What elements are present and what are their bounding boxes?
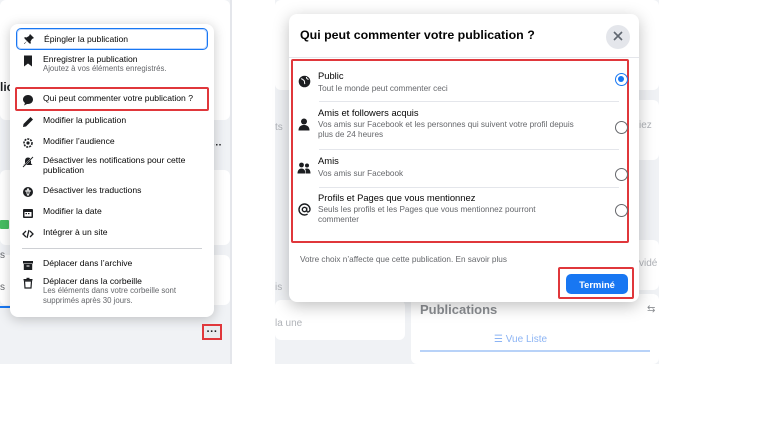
menu-item-edit-post[interactable]: Modifier la publication: [16, 115, 208, 129]
code-icon: [20, 227, 36, 241]
menu-item-move-to-archive[interactable]: Déplacer dans l’archive: [16, 258, 208, 272]
menu-item-label: Épingler la publication: [44, 34, 129, 44]
menu-item-label: Déplacer dans la corbeille: [43, 276, 142, 286]
menu-item-move-to-trash[interactable]: Déplacer dans la corbeille Les éléments …: [16, 276, 208, 306]
menu-item-label: Modifier la date: [43, 206, 102, 216]
option-friends-and-followers[interactable]: Amis et followers acquis Vos amis sur Fa…: [295, 107, 628, 151]
close-icon: [613, 28, 623, 46]
option-description: Vos amis sur Facebook: [318, 169, 404, 178]
globe-icon: [297, 74, 311, 88]
background-text: s: [0, 250, 5, 261]
bookmark-icon: [20, 54, 36, 68]
background-text: ts: [275, 122, 283, 133]
option-friends[interactable]: Amis Vos amis sur Facebook: [295, 155, 628, 189]
option-label: Amis et followers acquis: [318, 107, 419, 118]
menu-item-label: Désactiver les traductions: [43, 185, 142, 195]
more-options-button[interactable]: ···: [202, 324, 222, 340]
menu-divider: [22, 248, 202, 249]
dialog-title: Qui peut commenter votre publication ?: [300, 28, 535, 42]
option-divider: [319, 101, 619, 102]
pencil-icon: [20, 115, 36, 129]
background-divider: [230, 0, 232, 364]
menu-item-embed[interactable]: Intégrer à un site: [16, 227, 208, 241]
menu-item-who-can-comment[interactable]: Qui peut commenter votre publication ?: [16, 93, 208, 107]
friends-icon: [297, 161, 311, 175]
footer-note: Votre choix n’affecte que cette publicat…: [300, 255, 507, 264]
option-divider: [319, 187, 619, 188]
menu-item-label: Intégrer à un site: [43, 227, 108, 237]
menu-item-label: Qui peut commenter votre publication ?: [43, 93, 193, 103]
globe-translate-icon: [20, 185, 36, 199]
dialog-header: Qui peut commenter votre publication ?: [289, 14, 639, 58]
option-label: Public: [318, 70, 344, 81]
option-label: Profils et Pages que vous mentionnez: [318, 192, 476, 203]
background-text: la une: [275, 318, 303, 329]
done-highlight-box: Terminé: [558, 267, 634, 299]
menu-item-disable-notifications[interactable]: Désactiver les notifications pour cette …: [16, 155, 208, 175]
trash-icon: [20, 276, 36, 290]
photo-icon: [0, 220, 9, 229]
option-label: Amis: [318, 155, 339, 166]
at-sign-icon: [297, 202, 311, 216]
menu-item-label: Déplacer dans l’archive: [43, 258, 133, 268]
background-tab-indicator: [420, 350, 650, 352]
filter-icon: ⇆: [647, 304, 656, 315]
menu-item-description: Ajoutez à vos éléments enregistrés.: [43, 64, 167, 73]
menu-item-edit-audience[interactable]: Modifier l’audience: [16, 136, 208, 150]
archive-icon: [20, 258, 36, 272]
option-divider: [319, 149, 619, 150]
background-section-title: Publications: [420, 302, 498, 317]
menu-item-pin-post[interactable]: Épingler la publication: [16, 28, 208, 50]
menu-item-edit-date[interactable]: Modifier la date: [16, 206, 208, 220]
radio-mentioned-profiles[interactable]: [615, 204, 628, 217]
menu-item-description: Les éléments dans votre corbeille sont s…: [43, 286, 177, 305]
option-mentioned-profiles[interactable]: Profils et Pages que vous mentionnez Seu…: [295, 192, 628, 240]
menu-item-disable-translations[interactable]: Désactiver les traductions: [16, 185, 208, 199]
radio-friends[interactable]: [615, 168, 628, 181]
calendar-icon: [20, 206, 36, 220]
option-public[interactable]: Public Tout le monde peut commenter ceci: [295, 70, 628, 102]
bell-off-icon: [20, 155, 36, 169]
post-options-menu: Épingler la publication Enregistrer la p…: [10, 24, 214, 317]
background-text: iez: [639, 120, 652, 131]
option-description: Tout le monde peut commenter ceci: [318, 84, 448, 93]
comment-bubble-icon: [20, 93, 36, 107]
background-tab-list-view: ☰ Vue Liste: [494, 334, 548, 345]
menu-item-label: Modifier la publication: [43, 115, 127, 125]
gear-icon: [20, 136, 36, 150]
option-description: Seuls les profils et les Pages que vous …: [318, 205, 536, 224]
menu-item-label: Enregistrer la publication: [43, 54, 138, 64]
radio-friends-and-followers[interactable]: [615, 121, 628, 134]
menu-item-label: Désactiver les notifications pour cette …: [43, 155, 186, 175]
person-icon: [297, 117, 311, 131]
left-screenshot-panel: lic s s ··· Épingler la publication Enre…: [0, 0, 232, 364]
option-description: Vos amis sur Facebook et les personnes q…: [318, 120, 574, 139]
menu-item-label: Modifier l’audience: [43, 136, 115, 146]
done-button[interactable]: Terminé: [566, 274, 628, 294]
comment-audience-dialog: Qui peut commenter votre publication ? P…: [289, 14, 639, 302]
menu-item-save-post[interactable]: Enregistrer la publication Ajoutez à vos…: [16, 54, 208, 74]
background-text: vidé: [639, 258, 658, 269]
background-text: is: [275, 282, 283, 293]
radio-public[interactable]: [615, 73, 628, 86]
background-text: s: [0, 282, 5, 293]
close-button[interactable]: [606, 25, 630, 49]
pin-icon: [21, 32, 37, 46]
